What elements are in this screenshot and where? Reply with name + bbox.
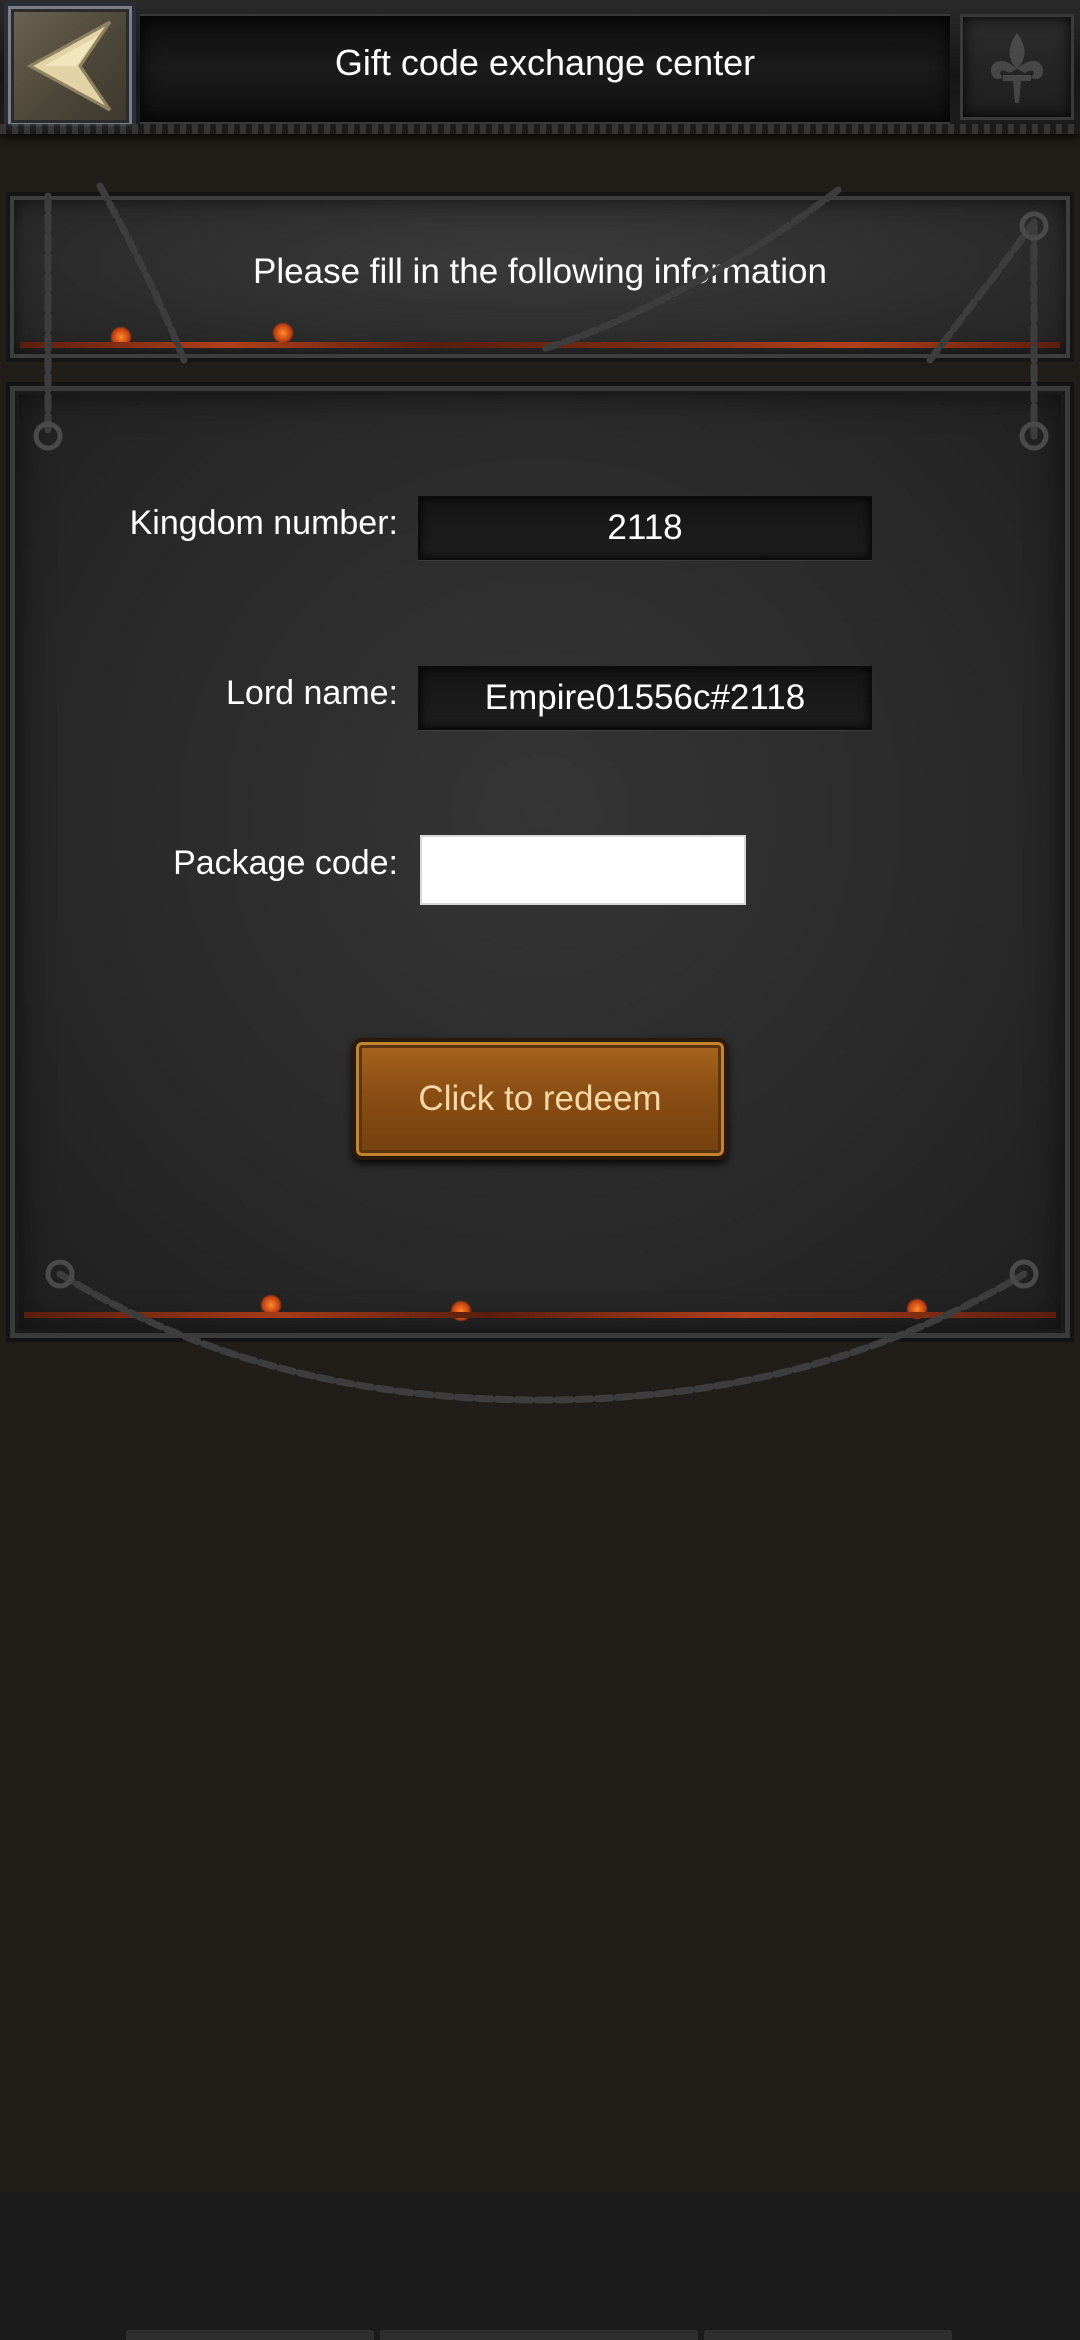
kingdom-number-label: Kingdom number: [129,504,398,542]
ember-decoration [450,1300,472,1322]
lord-name-label: Lord name: [226,674,398,712]
package-code-input[interactable] [420,835,746,905]
back-button[interactable] [4,2,136,130]
title-bar: Gift code exchange center [140,14,950,124]
package-code-label: Package code: [173,844,398,882]
ember-decoration [110,326,132,348]
info-banner: Please fill in the following information [6,192,1074,362]
bottom-tab [704,2330,952,2340]
page-title: Gift code exchange center [334,42,756,83]
bottom-tab [126,2330,374,2340]
header-bar: Gift code exchange center [0,0,1080,134]
bottom-strip [0,2192,1080,2340]
lord-name-field: Empire01556c#2118 [418,666,872,730]
redeem-button[interactable]: Click to redeem [352,1038,728,1160]
bottom-tab [380,2330,698,2340]
corner-emblem [960,14,1074,120]
chevron-left-icon [26,20,112,112]
kingdom-number-field: 2118 [418,496,872,560]
ember-decoration [260,1294,282,1316]
ember-decoration [272,322,294,344]
ember-decoration [906,1298,928,1320]
instruction-text: Please fill in the following information [253,252,827,291]
redeem-button-label: Click to redeem [418,1079,662,1118]
fleur-de-lis-icon [991,33,1043,103]
